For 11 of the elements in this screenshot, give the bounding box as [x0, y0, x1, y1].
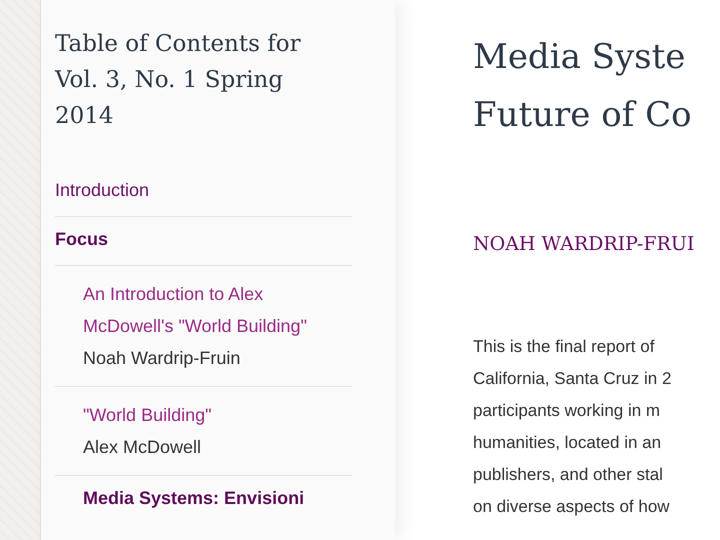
article-title: Media Syste Future of Co	[473, 36, 693, 137]
toc-section-link[interactable]: Focus	[55, 229, 108, 249]
article-author: Alex McDowell	[83, 436, 202, 459]
article-link[interactable]: "World Building"	[83, 399, 212, 431]
article-body: This is the final report of California, Santa Cruz in 2 participants working in m humanities, located in an publishers, and other stal on diverse aspects of how	[473, 336, 672, 518]
article-link[interactable]: An Introduction to Alex McDowell's "World Building"	[83, 278, 352, 342]
toc-link[interactable]: Introduction	[55, 180, 150, 200]
toc-section-link[interactable]: Media Systems: Envisioni	[83, 488, 304, 508]
article-author: Noah Wardrip-Fruin	[83, 347, 240, 370]
toc-heading: Table of Contents for Vol. 3, No. 1 Spring 2014	[55, 30, 302, 131]
author-name: NOAH WARDRIP-FRUI	[473, 232, 696, 257]
